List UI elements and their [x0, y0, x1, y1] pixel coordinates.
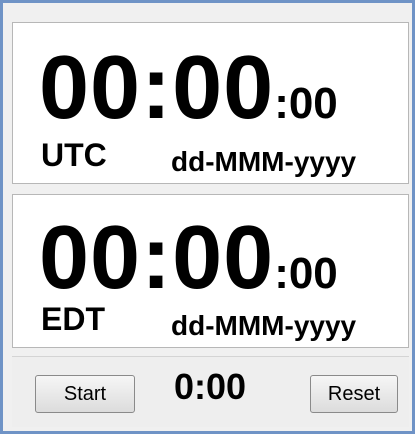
utc-zone-label: UTC — [41, 137, 107, 173]
utc-time: 00:00:00 — [39, 43, 338, 133]
local-zone-label: EDT — [41, 301, 105, 337]
app-window: 00:00:00 UTC dd-MMM-yyyy 00:00:00 EDT dd… — [0, 0, 415, 434]
start-button[interactable]: Start — [35, 375, 135, 413]
local-seconds: :00 — [274, 249, 338, 298]
utc-clock-panel: 00:00:00 UTC dd-MMM-yyyy — [12, 22, 409, 184]
utc-date: dd-MMM-yyyy — [171, 146, 357, 177]
local-time: 00:00:00 — [39, 213, 338, 303]
local-date: dd-MMM-yyyy — [171, 310, 357, 341]
local-hours-minutes: 00:00 — [39, 208, 275, 308]
local-clock-panel: 00:00:00 EDT dd-MMM-yyyy — [12, 194, 409, 348]
utc-hours-minutes: 00:00 — [39, 38, 275, 138]
stopwatch-elapsed: 0:00 — [174, 366, 247, 407]
stopwatch-bar: Start 0:00 Reset — [12, 356, 409, 427]
utc-seconds: :00 — [274, 79, 338, 128]
reset-button[interactable]: Reset — [310, 375, 398, 413]
